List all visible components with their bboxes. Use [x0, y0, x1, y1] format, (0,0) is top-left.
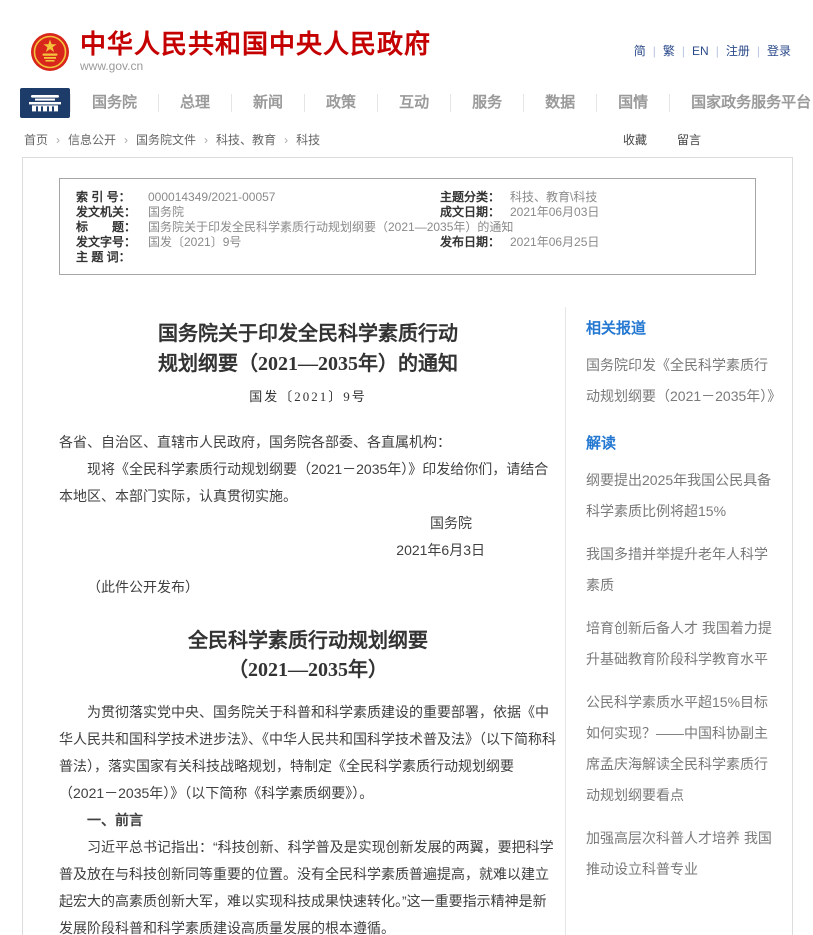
meta-title-value: 国务院关于印发全民科学素质行动规划纲要（2021—2035年）的通知: [148, 220, 755, 235]
document-title: 国务院关于印发全民科学素质行动 规划纲要（2021—2035年）的通知: [59, 319, 557, 379]
lang-traditional-link[interactable]: 繁: [663, 44, 692, 58]
nav-item-news[interactable]: 新闻: [231, 94, 304, 112]
meta-title-label: 标 题：: [76, 220, 148, 235]
interpretation-link[interactable]: 公民科学素质水平超15%目标如何实现？——中国科协副主席孟庆海解读全民科学素质行…: [586, 687, 778, 811]
meta-keywords-label: 主 题 词：: [76, 250, 148, 265]
login-link[interactable]: 登录: [767, 44, 791, 58]
site-header: 中华人民共和国中央人民政府 www.gov.cn 简繁EN注册登录: [0, 0, 813, 82]
document-container: 索 引 号： 000014349/2021-00057 主题分类： 科技、教育\…: [22, 157, 793, 935]
nav-item-premier[interactable]: 总理: [158, 94, 231, 112]
main-nav: 国务院 总理 新闻 政策 互动 服务 数据 国情 国家政务服务平台: [20, 86, 793, 119]
meta-docno-value: 国发〔2021〕9号: [148, 235, 440, 250]
nav-item-services[interactable]: 服务: [450, 94, 523, 112]
public-release-note: （此件公开发布）: [59, 574, 557, 601]
breadcrumb-sci-edu[interactable]: 科技、教育: [216, 131, 296, 148]
lang-simplified-link[interactable]: 简: [634, 44, 663, 58]
interpretation-link[interactable]: 培育创新后备人才 我国着力提升基础教育阶段科学教育水平: [586, 613, 778, 675]
interpretation-link[interactable]: 纲要提出2025年我国公民具备科学素质比例将超15%: [586, 465, 778, 527]
sign-date: 2021年6月3日: [59, 537, 557, 564]
document-meta-table: 索 引 号： 000014349/2021-00057 主题分类： 科技、教育\…: [59, 178, 756, 275]
meta-topic-value: 科技、教育\科技: [510, 190, 755, 205]
document-body: 国务院关于印发全民科学素质行动 规划纲要（2021—2035年）的通知 国发〔2…: [23, 307, 557, 935]
nav-item-policy[interactable]: 政策: [304, 94, 377, 112]
breadcrumb-sci[interactable]: 科技: [296, 131, 320, 148]
related-report-link[interactable]: 国务院印发《全民科学素质行动规划纲要（2021－2035年）》: [586, 350, 778, 412]
meta-docno-label: 发文字号：: [76, 235, 148, 250]
related-sidebar: 相关报道 国务院印发《全民科学素质行动规划纲要（2021－2035年）》 解读 …: [565, 307, 792, 935]
meta-index-label: 索 引 号：: [76, 190, 148, 205]
meta-agency-value: 国务院: [148, 205, 440, 220]
nav-item-national-conditions[interactable]: 国情: [596, 94, 669, 112]
meta-topic-label: 主题分类：: [440, 190, 510, 205]
favorite-link[interactable]: 收藏: [623, 131, 647, 148]
nav-item-gov-service-platform[interactable]: 国家政务服务平台: [669, 94, 813, 112]
meta-keywords-value: [148, 250, 755, 265]
site-title: 中华人民共和国中央人民政府: [80, 30, 431, 58]
register-link[interactable]: 注册: [726, 44, 767, 58]
meta-index-value: 000014349/2021-00057: [148, 190, 440, 205]
basis-paragraph: 为贯彻落实党中央、国务院关于科普和科学素质建设的重要部署，依据《中华人民共和国科…: [59, 699, 557, 807]
related-reports-heading: 相关报道: [586, 317, 778, 338]
document-number: 国发〔2021〕9号: [59, 386, 557, 405]
comment-link[interactable]: 留言: [677, 131, 701, 148]
breadcrumb-state-council-docs[interactable]: 国务院文件: [136, 131, 216, 148]
lang-english-link[interactable]: EN: [692, 44, 726, 58]
header-utility-links: 简繁EN注册登录: [634, 42, 791, 59]
section-1-heading: 一、前言: [59, 807, 557, 834]
nav-item-state-council[interactable]: 国务院: [70, 94, 158, 112]
meta-written-date-label: 成文日期：: [440, 205, 510, 220]
site-url: www.gov.cn: [80, 59, 431, 73]
plan-title: 全民科学素质行动规划纲要 （2021—2035年）: [59, 627, 557, 685]
quote-paragraph: 习近平总书记指出：“科技创新、科学普及是实现创新发展的两翼，要把科学普及放在与科…: [59, 834, 557, 935]
interpretation-link[interactable]: 加强高层次科普人才培养 我国推动设立科普专业: [586, 823, 778, 885]
national-emblem-icon[interactable]: [30, 32, 70, 72]
meta-written-date-value: 2021年06月03日: [510, 205, 755, 220]
breadcrumb-info-disclosure[interactable]: 信息公开: [68, 131, 136, 148]
home-tiananmen-icon[interactable]: [20, 88, 70, 118]
interpretation-link[interactable]: 我国多措并举提升老年人科学素质: [586, 539, 778, 601]
meta-pub-date-label: 发布日期：: [440, 235, 510, 250]
interpretation-heading: 解读: [586, 432, 778, 453]
signer: 国务院: [59, 510, 557, 537]
breadcrumb-home[interactable]: 首页: [24, 131, 68, 148]
breadcrumb: 首页 信息公开 国务院文件 科技、教育 科技 收藏 留言: [0, 119, 813, 157]
nav-item-data[interactable]: 数据: [523, 94, 596, 112]
nav-item-interaction[interactable]: 互动: [377, 94, 450, 112]
forward-paragraph: 现将《全民科学素质行动规划纲要（2021－2035年）》印发给你们，请结合本地区…: [59, 456, 557, 510]
meta-pub-date-value: 2021年06月25日: [510, 235, 755, 250]
meta-agency-label: 发文机关：: [76, 205, 148, 220]
salutation: 各省、自治区、直辖市人民政府，国务院各部委、各直属机构：: [59, 429, 557, 456]
